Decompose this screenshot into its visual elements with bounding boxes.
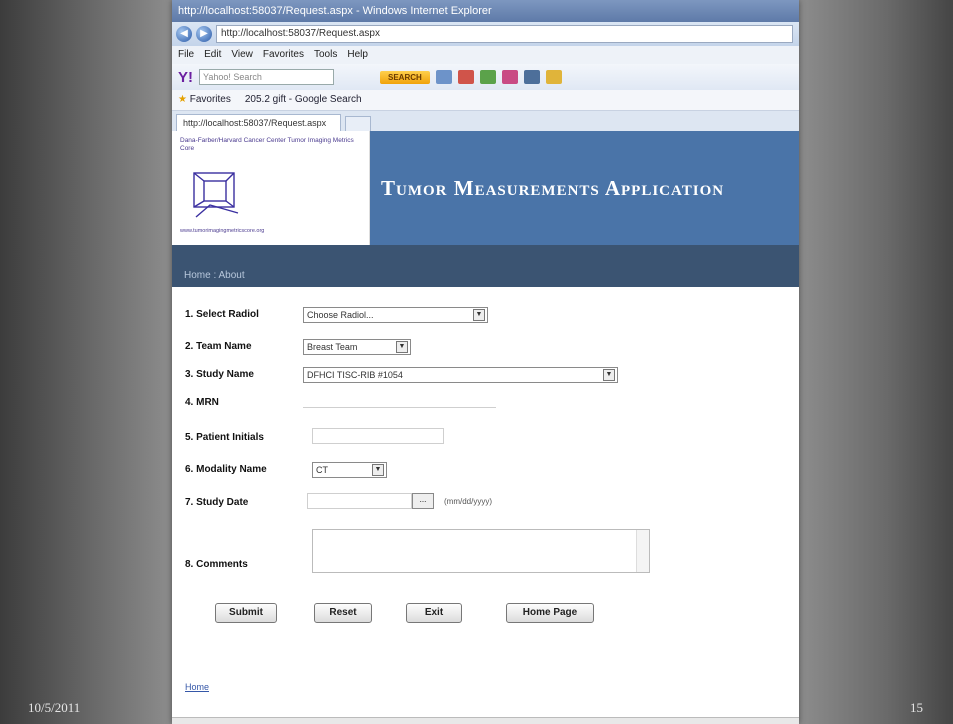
menu-favorites[interactable]: Favorites bbox=[263, 46, 304, 64]
home-page-button[interactable]: Home Page bbox=[506, 603, 594, 623]
toolbar-news-icon[interactable] bbox=[479, 70, 496, 84]
study-name-label: 3. Study Name bbox=[185, 369, 254, 380]
reset-button[interactable]: Reset bbox=[314, 603, 372, 623]
dropdown-arrow-icon: ▼ bbox=[396, 341, 408, 353]
comments-textarea[interactable] bbox=[312, 529, 650, 573]
calendar-button[interactable]: ... bbox=[412, 493, 434, 509]
team-name-value: Breast Team bbox=[307, 342, 358, 352]
new-tab-button[interactable] bbox=[345, 116, 372, 131]
menu-help[interactable]: Help bbox=[347, 46, 368, 64]
modality-select[interactable]: CT ▼ bbox=[312, 462, 387, 478]
study-date-label: 7. Study Date bbox=[185, 497, 249, 508]
mrn-label: 4. MRN bbox=[185, 397, 219, 408]
app-logo: Dana-Farber/Harvard Cancer Center Tumor … bbox=[172, 131, 370, 245]
toolbar-photos-icon[interactable] bbox=[523, 70, 540, 84]
favorites-button[interactable]: ★ Favorites bbox=[178, 90, 231, 110]
patient-initials-label: 5. Patient Initials bbox=[185, 432, 264, 443]
window-title: http://localhost:58037/Request.aspx - Wi… bbox=[178, 5, 492, 17]
favorites-label: Favorites bbox=[189, 94, 231, 105]
slide-date: 10/5/2011 bbox=[28, 700, 81, 715]
modality-value: CT bbox=[316, 465, 328, 475]
toolbar-search-input[interactable]: Yahoo! Search bbox=[199, 69, 334, 85]
favorites-link[interactable]: 205.2 gift - Google Search bbox=[245, 90, 362, 110]
yahoo-toolbar: Y! Yahoo! Search SEARCH bbox=[172, 64, 799, 90]
dropdown-arrow-icon: ▼ bbox=[473, 309, 485, 321]
radiol-select[interactable]: Choose Radiol... ▼ bbox=[303, 307, 488, 323]
cube-logo-icon bbox=[193, 172, 239, 218]
tab-row: http://localhost:58037/Request.aspx bbox=[172, 111, 799, 131]
app-banner: Dana-Farber/Harvard Cancer Center Tumor … bbox=[172, 131, 799, 245]
menu-edit[interactable]: Edit bbox=[204, 46, 221, 64]
horizontal-scrollbar[interactable] bbox=[172, 717, 799, 724]
select-radiol-label: 1. Select Radiol bbox=[185, 309, 259, 320]
patient-initials-input[interactable] bbox=[312, 428, 444, 444]
toolbar-window-icon[interactable] bbox=[435, 70, 452, 84]
dropdown-arrow-icon: ▼ bbox=[372, 464, 384, 476]
date-format-hint: (mm/dd/yyyy) bbox=[444, 497, 492, 506]
toolbar-search-button[interactable]: SEARCH bbox=[380, 70, 430, 84]
comments-label: 8. Comments bbox=[185, 559, 248, 570]
yahoo-logo-icon[interactable]: Y! bbox=[178, 69, 193, 86]
exit-button[interactable]: Exit bbox=[406, 603, 462, 623]
modality-name-label: 6. Modality Name bbox=[185, 464, 267, 475]
textarea-scrollbar[interactable] bbox=[636, 530, 649, 572]
browser-window: http://localhost:58037/Request.aspx - Wi… bbox=[172, 0, 799, 724]
menu-tools[interactable]: Tools bbox=[314, 46, 337, 64]
slide-number: 15 bbox=[910, 700, 923, 715]
address-bar[interactable]: http://localhost:58037/Request.aspx bbox=[216, 25, 793, 43]
app-title: Tumor Measurements Application bbox=[370, 131, 799, 245]
window-title-bar: http://localhost:58037/Request.aspx - Wi… bbox=[172, 0, 799, 22]
logo-top-text: Dana-Farber/Harvard Cancer Center Tumor … bbox=[180, 137, 354, 152]
menu-view[interactable]: View bbox=[231, 46, 253, 64]
team-name-select[interactable]: Breast Team ▼ bbox=[303, 339, 411, 355]
study-name-value: DFHCI TISC-RIB #1054 bbox=[307, 370, 403, 380]
toolbar-games-icon[interactable] bbox=[545, 70, 562, 84]
toolbar-mail-icon[interactable] bbox=[457, 70, 474, 84]
request-form: 1. Select Radiol Choose Radiol... ▼ 2. Te… bbox=[172, 287, 799, 707]
forward-button[interactable]: ▶ bbox=[196, 26, 212, 42]
browser-tab[interactable]: http://localhost:58037/Request.aspx bbox=[176, 114, 342, 131]
back-button[interactable]: ◀ bbox=[176, 26, 192, 42]
mrn-input[interactable] bbox=[303, 393, 496, 408]
radiol-select-value: Choose Radiol... bbox=[307, 310, 374, 320]
study-date-input[interactable] bbox=[307, 493, 412, 509]
address-row: ◀ ▶ http://localhost:58037/Request.aspx bbox=[172, 22, 799, 46]
favorites-bar: ★ Favorites 205.2 gift - Google Search bbox=[172, 90, 799, 111]
menu-bar: File Edit View Favorites Tools Help bbox=[172, 46, 799, 64]
breadcrumb-bar: Home : About bbox=[172, 245, 799, 287]
submit-button[interactable]: Submit bbox=[215, 603, 277, 623]
breadcrumb[interactable]: Home : About bbox=[184, 270, 245, 281]
team-name-label: 2. Team Name bbox=[185, 341, 252, 352]
home-link[interactable]: Home bbox=[185, 682, 209, 692]
logo-bottom-text: www.tumorimagingmetricscore.org bbox=[180, 228, 265, 234]
menu-file[interactable]: File bbox=[178, 46, 194, 64]
study-name-select[interactable]: DFHCI TISC-RIB #1054 ▼ bbox=[303, 367, 618, 383]
toolbar-messenger-icon[interactable] bbox=[501, 70, 518, 84]
dropdown-arrow-icon: ▼ bbox=[603, 369, 615, 381]
star-icon: ★ bbox=[178, 94, 187, 105]
